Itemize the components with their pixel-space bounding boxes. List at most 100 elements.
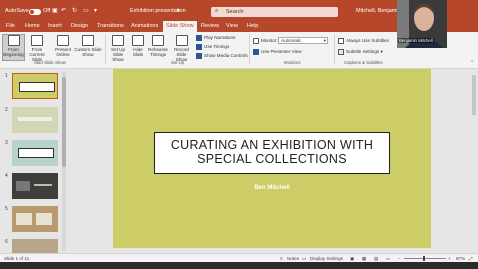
slideshow-current-icon xyxy=(31,35,43,46)
autosave-label: AutoSave xyxy=(5,8,29,14)
tab-insert[interactable]: Insert xyxy=(48,23,62,29)
display-settings-button[interactable]: Display Settings xyxy=(310,256,343,261)
slide-title: CURATING AN EXHIBITION WITH SPECIAL COLL… xyxy=(170,138,374,166)
show-media-controls-checkbox[interactable]: Show Media Controls xyxy=(196,53,248,59)
zoom-in-icon[interactable]: + xyxy=(448,256,451,261)
slide-thumbnail[interactable] xyxy=(12,107,58,133)
group-monitors: Monitors xyxy=(284,60,301,65)
search-box[interactable]: ⌕ Search xyxy=(211,7,338,17)
always-use-subtitles-checkbox[interactable]: Always Use Subtitles xyxy=(338,38,389,44)
show-media-label: Show Media Controls xyxy=(204,53,248,59)
ribbon-divider xyxy=(334,34,335,64)
ribbon-divider xyxy=(249,34,250,64)
record-slide-show-button[interactable]: Record Slide Show xyxy=(169,35,194,62)
subtitle-settings-icon xyxy=(338,49,344,55)
rehearse-label: Rehearse Timings xyxy=(148,47,168,57)
tab-animations[interactable]: Animations xyxy=(131,23,158,29)
slideshow-start-icon xyxy=(7,35,20,46)
tab-transitions[interactable]: Transitions xyxy=(97,23,124,29)
tab-review[interactable]: Review xyxy=(201,23,219,29)
thumbnail-image xyxy=(36,213,52,225)
custom-slide-show-button[interactable]: Custom Slide Show xyxy=(74,35,102,57)
notes-icon[interactable]: ≡ xyxy=(280,256,283,261)
title-placeholder[interactable]: CURATING AN EXHIBITION WITH SPECIAL COLL… xyxy=(154,132,390,174)
slide-thumbnail[interactable] xyxy=(12,239,58,253)
use-timings-label: Use Timings xyxy=(204,44,230,50)
record-icon xyxy=(175,35,188,46)
play-narrations-checkbox[interactable]: Play Narrations xyxy=(196,35,235,41)
thumbnail-image xyxy=(16,213,32,225)
collapse-ribbon-icon[interactable]: ⌃ xyxy=(470,60,474,66)
present-online-button[interactable]: Present Online xyxy=(52,35,74,57)
notes-button[interactable]: Notes xyxy=(287,256,299,261)
from-beginning-label: From Beginning xyxy=(3,47,24,57)
user-name[interactable]: Mitchell, Benjamin xyxy=(356,8,401,14)
presenter-view-label: Use Presenter View xyxy=(261,49,302,55)
group-start-slide-show: Start Slide Show xyxy=(34,60,66,65)
tab-view[interactable]: View xyxy=(226,23,238,29)
subtitle-settings-button[interactable]: Subtitle Settings ▾ xyxy=(338,49,383,55)
tab-help[interactable]: Help xyxy=(247,23,258,29)
group-captions-subtitles: Captions & Subtitles xyxy=(344,60,383,65)
set-up-label: Set Up Slide Show xyxy=(110,47,126,62)
checkbox-checked-icon xyxy=(253,49,259,55)
custom-show-icon xyxy=(82,35,94,46)
chevron-down-icon: ▾ xyxy=(323,38,326,43)
present-online-icon xyxy=(57,35,69,46)
slide-number: 2 xyxy=(5,107,8,113)
scrollbar-thumb[interactable] xyxy=(472,75,476,115)
redo-icon[interactable]: ↻ xyxy=(72,7,77,14)
thumbnail-image xyxy=(16,181,30,191)
fit-to-window-icon[interactable]: ⤢ xyxy=(469,256,473,261)
monitor-value: Automatic xyxy=(281,38,302,43)
customize-toolbar-icon[interactable]: ▾ xyxy=(94,7,97,14)
tab-home[interactable]: Home xyxy=(25,23,40,29)
slide-thumbnail[interactable] xyxy=(12,206,58,232)
slide-canvas[interactable]: CURATING AN EXHIBITION WITH SPECIAL COLL… xyxy=(113,69,431,248)
slide-thumbnail[interactable] xyxy=(12,73,58,99)
tab-design[interactable]: Design xyxy=(71,23,88,29)
checkbox-checked-icon xyxy=(196,44,202,50)
autosave-toggle[interactable] xyxy=(29,9,41,15)
checkbox-checked-icon xyxy=(196,53,202,59)
save-icon[interactable]: ▣ xyxy=(52,7,58,14)
rehearse-icon xyxy=(152,35,164,46)
slide-thumbnail-pane: 1 2 3 4 5 6 xyxy=(0,69,67,253)
chevron-down-icon[interactable]: ▾ xyxy=(177,8,180,14)
hide-slide-button[interactable]: Hide Slide xyxy=(130,35,146,57)
tab-file[interactable]: File xyxy=(6,23,15,29)
monitor-label: Monitor: xyxy=(261,38,278,44)
slide-thumbnail[interactable] xyxy=(12,140,58,166)
ribbon-divider xyxy=(105,34,106,64)
thumbnail-title-box xyxy=(18,148,54,158)
participant-name: Benjamin Mitchell xyxy=(398,38,434,43)
thumbnail-content xyxy=(34,184,52,186)
tab-slide-show[interactable]: Slide Show xyxy=(163,21,197,32)
present-icon[interactable]: ▭ xyxy=(83,7,89,14)
zoom-slider[interactable] xyxy=(404,258,446,259)
undo-icon[interactable]: ↶ xyxy=(61,7,66,14)
from-current-slide-button[interactable]: From Current Slide xyxy=(24,35,50,62)
play-narrations-label: Play Narrations xyxy=(204,35,236,41)
chevron-down-icon: ▾ xyxy=(379,49,383,55)
use-presenter-view-checkbox[interactable]: Use Presenter View xyxy=(253,49,302,55)
slide-scrollbar[interactable] xyxy=(470,69,478,253)
monitor-row: Monitor: xyxy=(253,38,278,44)
scrollbar-thumb[interactable] xyxy=(62,77,66,167)
slide-thumbnail[interactable] xyxy=(12,173,58,199)
slide-subtitle[interactable]: Ben Mitchell xyxy=(113,185,431,191)
rehearse-timings-button[interactable]: Rehearse Timings xyxy=(147,35,169,57)
use-timings-checkbox[interactable]: Use Timings xyxy=(196,44,229,50)
thumbnail-scrollbar[interactable] xyxy=(62,71,66,251)
slide-number: 4 xyxy=(5,173,8,179)
slide-number: 5 xyxy=(5,206,8,212)
zoom-out-icon[interactable]: − xyxy=(398,256,401,261)
zoom-level[interactable]: 87% xyxy=(456,256,465,261)
monitor-select[interactable]: Automatic ▾ xyxy=(278,37,328,44)
hide-slide-label: Hide Slide xyxy=(132,47,144,57)
from-beginning-button[interactable]: From Beginning xyxy=(2,34,25,61)
slide-number: 6 xyxy=(5,239,8,245)
present-online-label: Present Online xyxy=(55,47,71,57)
set-up-slide-show-button[interactable]: Set Up Slide Show xyxy=(107,35,129,62)
zoom-slider-thumb[interactable] xyxy=(423,256,425,261)
